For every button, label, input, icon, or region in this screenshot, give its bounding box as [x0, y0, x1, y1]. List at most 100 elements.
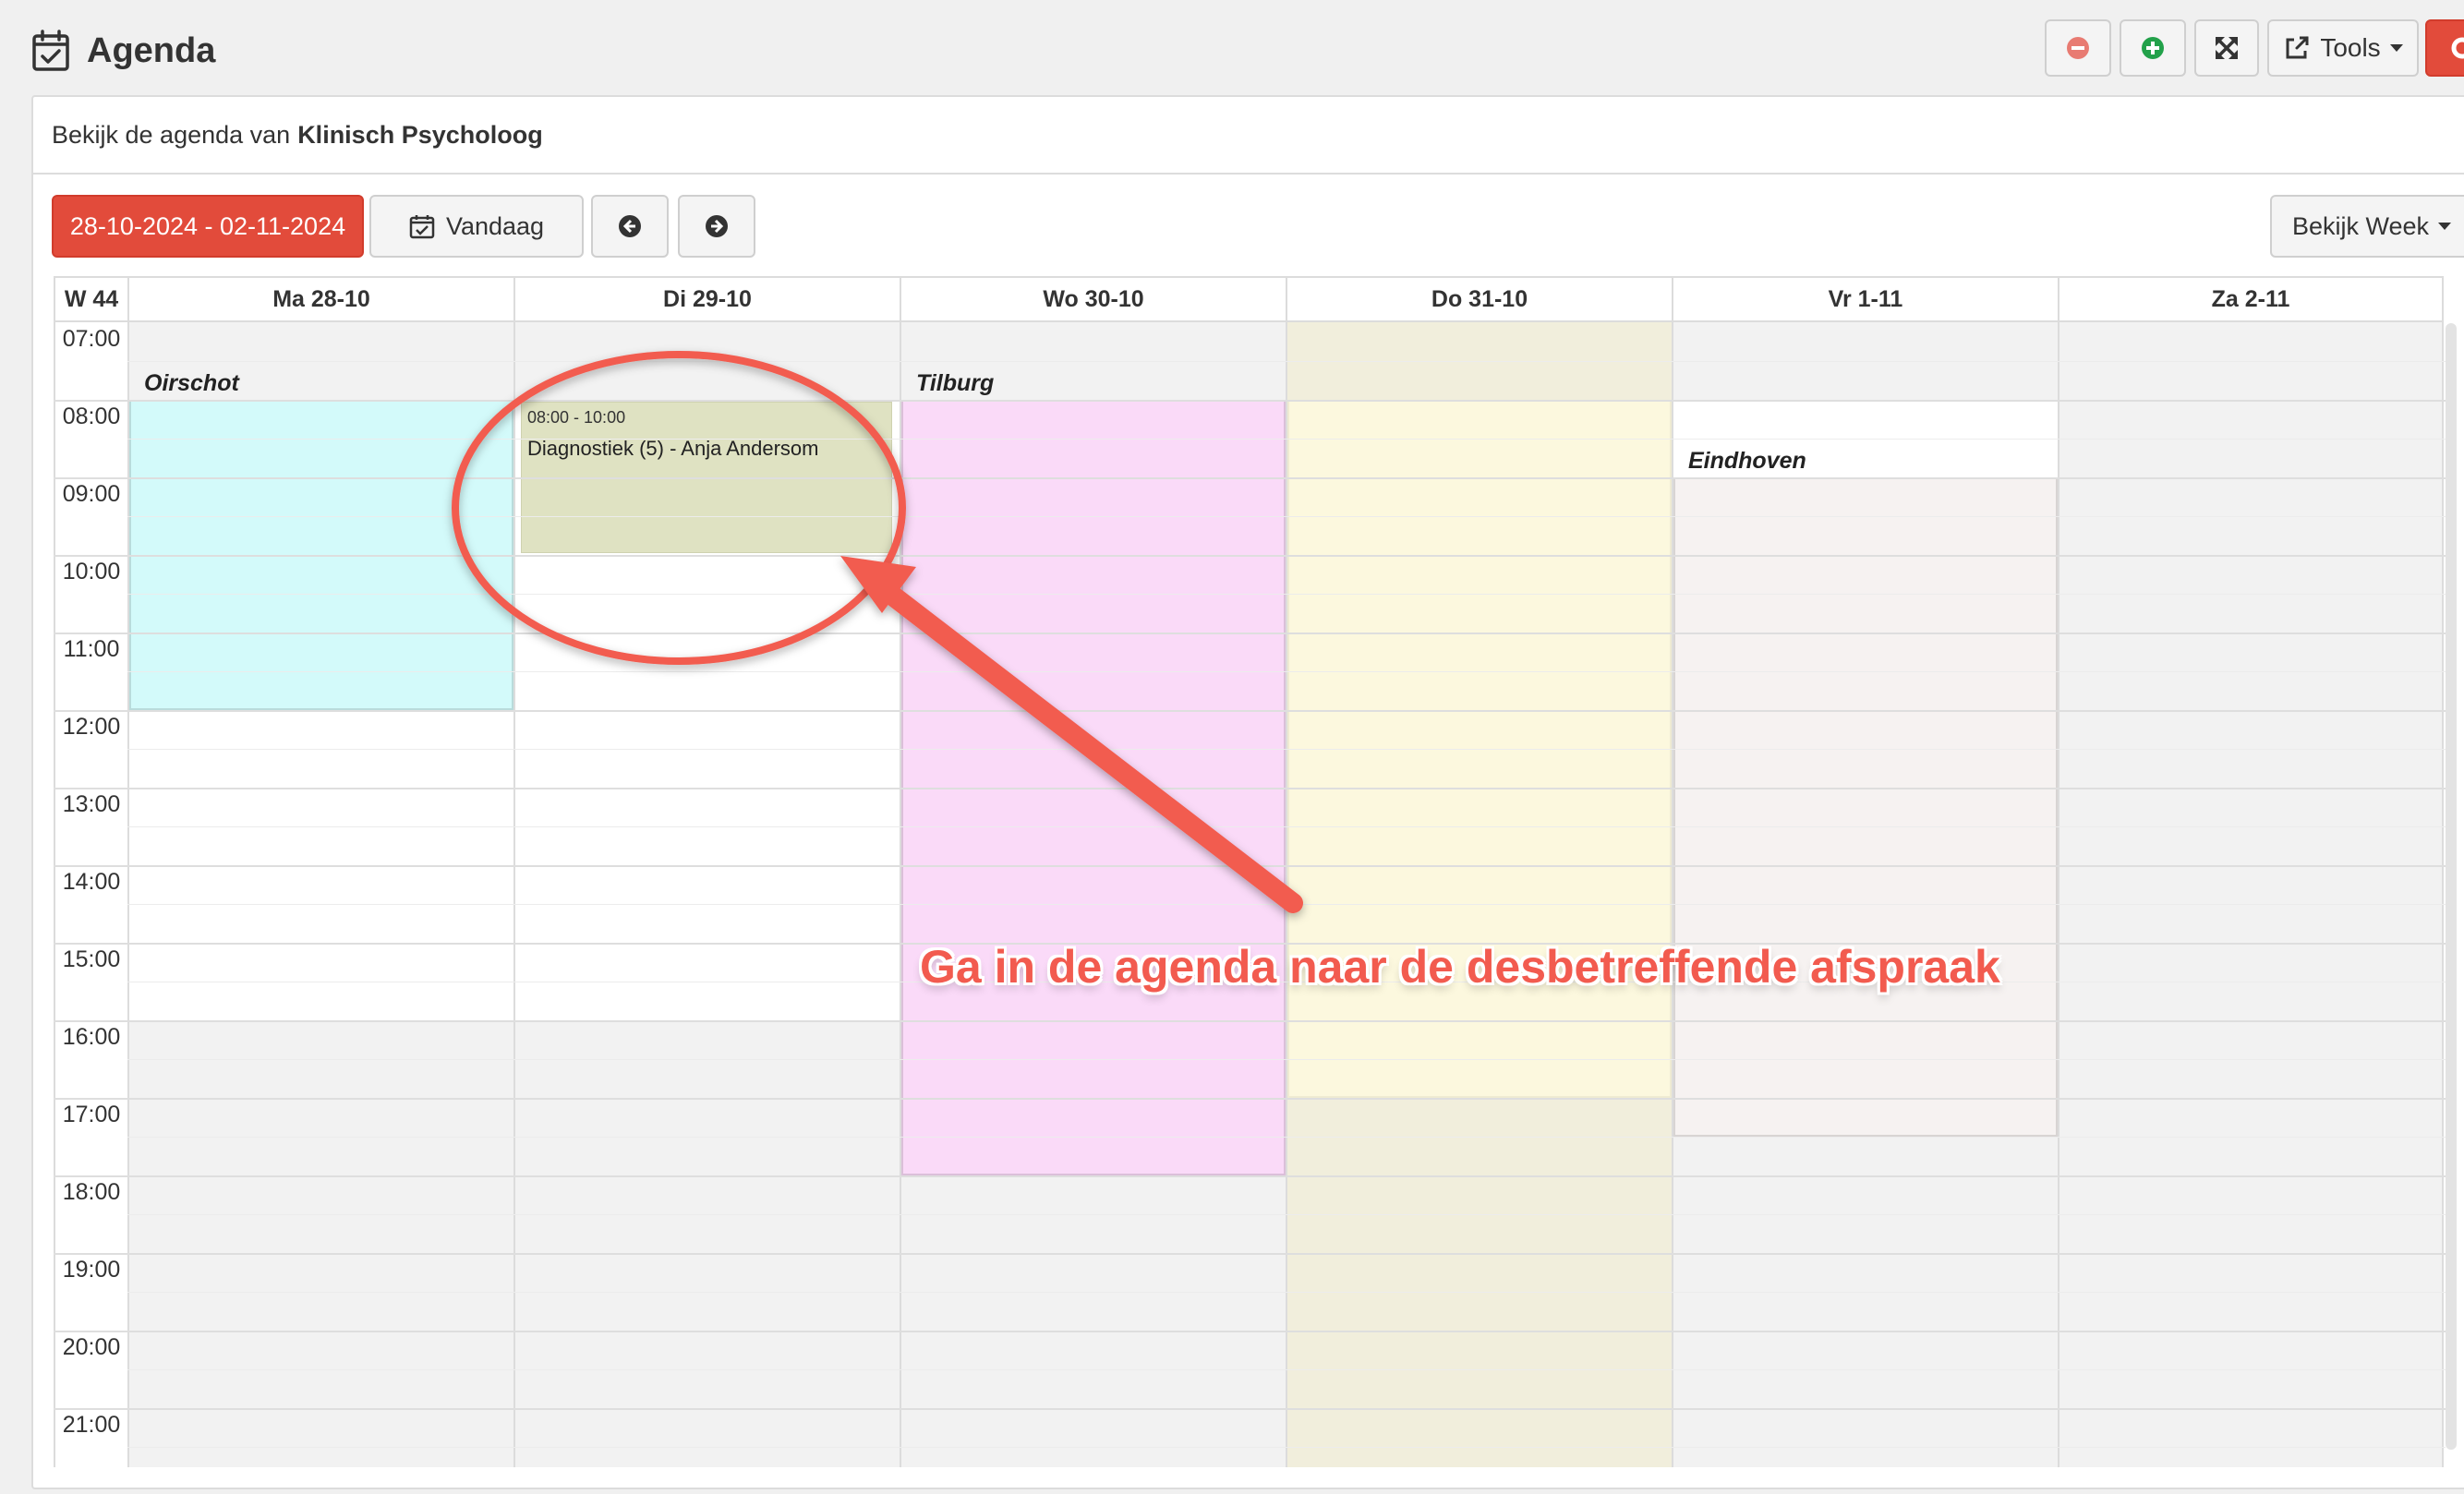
gear-icon: [2451, 37, 2464, 59]
hour-gridline: [127, 633, 2446, 634]
hour-gridline: [54, 943, 127, 945]
time-label: 13:00: [62, 791, 121, 817]
plus-circle-icon: [2142, 37, 2164, 59]
week-number: W 44: [54, 276, 127, 322]
remove-button[interactable]: [2045, 19, 2111, 77]
time-label: 17:00: [62, 1102, 121, 1127]
hour-gridline: [54, 633, 127, 634]
day-column-thu[interactable]: [1286, 322, 1672, 1467]
event-title: Diagnostiek (5) - Anja Andersom: [527, 437, 819, 460]
half-hour-gridline: [127, 1447, 2446, 1448]
arrow-left-circle-icon: [619, 215, 641, 237]
hour-gridline: [127, 1098, 2446, 1100]
external-link-icon: [2286, 36, 2309, 59]
hour-gridline: [54, 1253, 127, 1255]
half-hour-gridline: [127, 671, 2446, 672]
hour-gridline: [54, 788, 127, 789]
view-dropdown-button[interactable]: Bekijk Week: [2270, 195, 2464, 258]
calendar-check-icon: [32, 30, 69, 71]
hour-gridline: [54, 400, 127, 402]
page-title: Agenda: [87, 30, 216, 70]
hour-gridline: [54, 477, 127, 479]
date-range-button[interactable]: 28-10-2024 - 02-11-2024: [52, 195, 364, 258]
fullscreen-button[interactable]: [2194, 19, 2259, 77]
day-column-mon[interactable]: Oirschot: [127, 322, 513, 1467]
settings-button[interactable]: [2425, 19, 2464, 77]
calendar-scrollbar[interactable]: [2446, 323, 2457, 1450]
time-label: 15:00: [62, 946, 121, 972]
hour-gridline: [54, 1098, 127, 1100]
half-hour-gridline: [127, 1214, 2446, 1215]
tools-dropdown-button[interactable]: Tools: [2267, 19, 2419, 77]
day-column-sat[interactable]: [2058, 322, 2444, 1467]
week-calendar: W 44 Ma 28-10 Di 29-10 Wo 30-10 Do 31-10…: [54, 276, 2446, 1471]
hour-gridline: [127, 477, 2446, 479]
previous-week-button[interactable]: [591, 195, 669, 258]
time-label: 16:00: [62, 1024, 121, 1050]
day-header-wed: Wo 30-10: [900, 276, 1286, 322]
time-label: 21:00: [62, 1412, 121, 1438]
time-label: 19:00: [62, 1257, 121, 1283]
annotation-text: Ga in de agenda naar de desbetreffende a…: [920, 941, 2000, 993]
time-label: 20:00: [62, 1334, 121, 1360]
half-hour-gridline: [127, 361, 2446, 362]
calendar-grid: Oirschot 08:00 - 10:00 Diagnostiek (5) -…: [54, 322, 2446, 1467]
hour-gridline: [127, 1175, 2446, 1177]
caret-down-icon: [2438, 223, 2452, 230]
time-label: 11:00: [63, 636, 120, 662]
day-column-fri[interactable]: Eindhoven: [1672, 322, 2058, 1467]
half-hour-gridline: [127, 1292, 2446, 1293]
panel-subtitle-name: Klinisch Psycholoog: [297, 120, 543, 149]
panel-heading: Bekijk de agenda van Klinisch Psycholoog: [33, 97, 2464, 175]
hour-gridline: [54, 1020, 127, 1022]
page-title-wrap: Agenda: [31, 28, 215, 74]
expand-icon: [2216, 37, 2238, 59]
hour-gridline: [54, 710, 127, 712]
agenda-panel: Bekijk de agenda van Klinisch Psycholoog…: [31, 95, 2464, 1489]
hour-gridline: [127, 555, 2446, 557]
hour-gridline: [54, 555, 127, 557]
caret-down-icon: [2389, 44, 2403, 52]
hour-gridline: [54, 1408, 127, 1410]
today-button[interactable]: Vandaag: [369, 195, 584, 258]
half-hour-gridline: [127, 516, 2446, 517]
hour-gridline: [127, 1253, 2446, 1255]
tools-label: Tools: [2320, 33, 2381, 62]
hour-gridline: [127, 1020, 2446, 1022]
time-label: 14:00: [62, 869, 121, 895]
hour-gridline: [127, 865, 2446, 867]
hour-gridline: [127, 710, 2446, 712]
half-hour-gridline: [127, 1369, 2446, 1370]
view-label: Bekijk Week: [2291, 211, 2430, 240]
page-header: Agenda Tools: [0, 0, 2464, 96]
today-label: Vandaag: [445, 211, 545, 240]
calendar-check-icon: [409, 215, 435, 239]
location-label-eindhoven: Eindhoven: [1688, 448, 1806, 474]
time-label: 08:00: [62, 404, 121, 429]
day-header-tue: Di 29-10: [513, 276, 900, 322]
hour-gridline: [54, 1175, 127, 1177]
hour-gridline: [127, 788, 2446, 789]
day-column-wed[interactable]: Tilburg: [900, 322, 1286, 1467]
calendar-header-row: W 44 Ma 28-10 Di 29-10 Wo 30-10 Do 31-10…: [54, 276, 2446, 322]
hour-gridline: [127, 400, 2446, 402]
location-label-tilburg: Tilburg: [916, 370, 995, 396]
event-time: 08:00 - 10:00: [527, 408, 626, 427]
half-hour-gridline: [127, 439, 2446, 440]
location-label-oirschot: Oirschot: [144, 370, 239, 396]
location-block-eindhoven: [1673, 477, 2058, 1137]
add-button[interactable]: [2120, 19, 2186, 77]
next-week-button[interactable]: [678, 195, 755, 258]
hour-gridline: [127, 1408, 2446, 1410]
day-header-fri: Vr 1-11: [1672, 276, 2058, 322]
day-header-mon: Ma 28-10: [127, 276, 513, 322]
half-hour-gridline: [127, 1059, 2446, 1060]
half-hour-gridline: [127, 594, 2446, 595]
half-hour-gridline: [127, 826, 2446, 827]
time-label: 18:00: [62, 1179, 121, 1205]
day-header-sat: Za 2-11: [2058, 276, 2444, 322]
hour-gridline: [54, 1331, 127, 1332]
time-label: 07:00: [62, 326, 121, 352]
day-column-tue[interactable]: 08:00 - 10:00 Diagnostiek (5) - Anja And…: [513, 322, 900, 1467]
half-hour-gridline: [127, 749, 2446, 750]
